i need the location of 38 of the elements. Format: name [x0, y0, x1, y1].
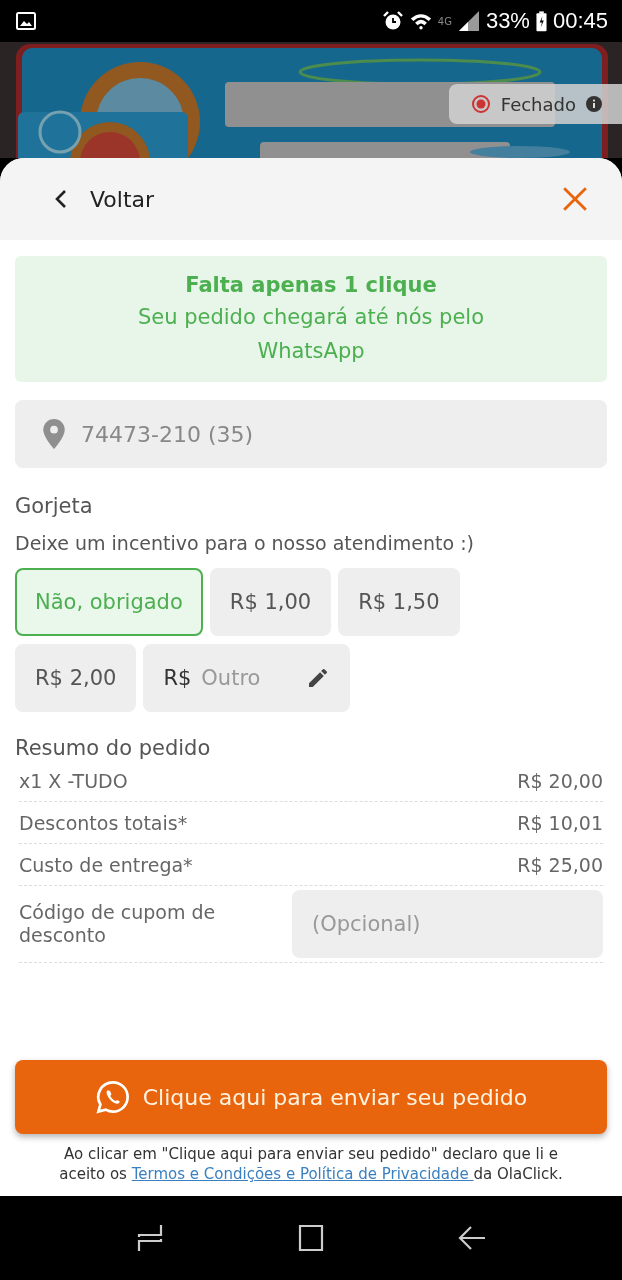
battery-percent: 33%	[485, 8, 530, 34]
clock-time: 00:45	[552, 8, 608, 34]
home-icon[interactable]	[296, 1223, 326, 1253]
store-status-badge[interactable]: Fechado	[448, 84, 622, 124]
signal-icon	[457, 10, 480, 32]
summary-value: R$ 25,00	[517, 853, 603, 876]
record-dot-icon	[470, 94, 491, 114]
alarm-icon	[381, 10, 404, 32]
tip-option[interactable]: R$ 2,00	[15, 644, 137, 712]
coupon-field[interactable]: (Opcional)	[292, 890, 603, 958]
gallery-icon	[16, 12, 36, 30]
custom-tip-field[interactable]: R$ Outro	[143, 644, 351, 712]
summary-label: Custo de entrega*	[19, 853, 193, 876]
terms-text: Ao clicar em "Clique aqui para enviar seu pedido" declaro que li e aceito os Termos e Condições e Política de Privacidade da OlaClick.	[58, 1144, 564, 1184]
summary-label: x1 X -TUDO	[19, 769, 128, 792]
summary-value: R$ 20,00	[517, 769, 603, 792]
terms-link[interactable]: Termos e Condições e Política de Privacidade	[131, 1165, 474, 1183]
location-pin-icon	[43, 419, 65, 449]
section-title: Resumo do pedido	[15, 736, 212, 760]
back-button[interactable]: Voltar	[54, 186, 155, 212]
info-icon	[586, 96, 602, 112]
currency-prefix: R$	[163, 666, 192, 690]
section-title: Gorjeta	[15, 494, 94, 518]
network-type: 4G	[437, 16, 452, 27]
notice-title: Falta apenas 1 clique	[185, 272, 437, 299]
coupon-label: Código de cupom de desconto	[19, 901, 217, 947]
notice-text: Seu pedido chegará até nós pelo WhatsApp	[136, 304, 486, 365]
section-subtitle: Deixe um incentivo para o nosso atendimento :)	[15, 532, 476, 554]
chevron-left-icon	[54, 189, 68, 209]
close-button[interactable]	[562, 186, 588, 212]
summary-value: R$ 10,01	[517, 811, 603, 834]
summary-label: Descontos totais*	[19, 811, 188, 834]
close-icon	[562, 186, 588, 212]
chat-bubble-phone-icon	[94, 1079, 131, 1115]
custom-tip-input[interactable]: Outro	[199, 665, 299, 691]
tip-option[interactable]: R$ 1,00	[209, 568, 332, 636]
battery-icon	[535, 10, 547, 32]
tip-option[interactable]: R$ 1,50	[338, 568, 460, 636]
